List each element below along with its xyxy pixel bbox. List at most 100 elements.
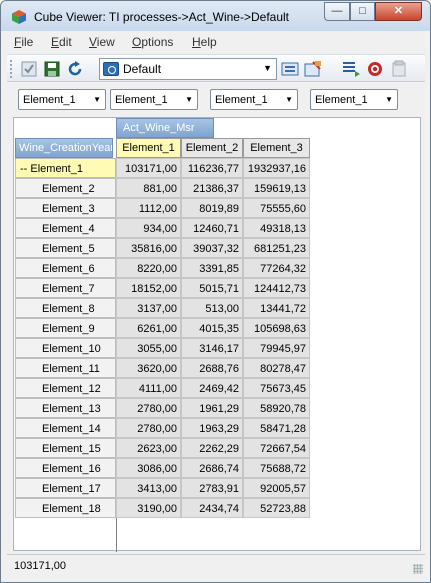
- row-header[interactable]: Element_8: [15, 298, 116, 318]
- data-cell[interactable]: 92005,57: [243, 478, 310, 498]
- row-header[interactable]: Element_2: [15, 178, 116, 198]
- row-header[interactable]: Element_14: [15, 418, 116, 438]
- row-header[interactable]: Element_10: [15, 338, 116, 358]
- menu-view[interactable]: View: [89, 35, 115, 49]
- row-header[interactable]: -- Element_1: [15, 158, 116, 178]
- data-cell[interactable]: 6261,00: [116, 318, 181, 338]
- data-cell[interactable]: 3055,00: [116, 338, 181, 358]
- data-cell[interactable]: 12460,71: [181, 218, 243, 238]
- data-cell[interactable]: 3086,00: [116, 458, 181, 478]
- column-header[interactable]: Element_2: [181, 138, 243, 158]
- menu-options[interactable]: Options: [132, 35, 173, 49]
- data-cell[interactable]: 2686,74: [181, 458, 243, 478]
- data-cell[interactable]: 103171,00: [116, 158, 181, 178]
- data-cell[interactable]: 72667,54: [243, 438, 310, 458]
- data-cell[interactable]: 1112,00: [116, 198, 181, 218]
- row-header[interactable]: Element_16: [15, 458, 116, 478]
- data-cell[interactable]: 21386,37: [181, 178, 243, 198]
- data-cell[interactable]: 18152,00: [116, 278, 181, 298]
- data-cell[interactable]: 2688,76: [181, 358, 243, 378]
- dimension-selector-4[interactable]: Element_1 ▼: [310, 89, 398, 110]
- data-cell[interactable]: 35816,00: [116, 238, 181, 258]
- data-cell[interactable]: 80278,47: [243, 358, 310, 378]
- settings-icon[interactable]: [389, 59, 409, 79]
- row-header[interactable]: Element_7: [15, 278, 116, 298]
- data-cell[interactable]: 3413,00: [116, 478, 181, 498]
- view-select[interactable]: Default ▼: [99, 58, 277, 80]
- minimize-button[interactable]: —: [324, 2, 350, 21]
- column-header[interactable]: Element_3: [243, 138, 310, 158]
- row-header[interactable]: Element_9: [15, 318, 116, 338]
- row-header[interactable]: Element_12: [15, 378, 116, 398]
- data-cell[interactable]: 2262,29: [181, 438, 243, 458]
- row-header[interactable]: Element_11: [15, 358, 116, 378]
- suppress-zeros-icon[interactable]: [341, 59, 361, 79]
- data-cell[interactable]: 5015,71: [181, 278, 243, 298]
- data-cell[interactable]: 75673,45: [243, 378, 310, 398]
- row-header[interactable]: Element_6: [15, 258, 116, 278]
- data-cell[interactable]: 105698,63: [243, 318, 310, 338]
- export-icon[interactable]: [280, 59, 300, 79]
- recalculate-icon[interactable]: [19, 59, 39, 79]
- row-header[interactable]: Element_18: [15, 498, 116, 518]
- data-cell[interactable]: 881,00: [116, 178, 181, 198]
- data-cell[interactable]: 75688,72: [243, 458, 310, 478]
- column-header[interactable]: Element_1: [116, 138, 181, 158]
- data-cell[interactable]: 49318,13: [243, 218, 310, 238]
- data-cell[interactable]: 1961,29: [181, 398, 243, 418]
- dimension-selector-3[interactable]: Element_1 ▼: [210, 89, 298, 110]
- row-header[interactable]: Element_3: [15, 198, 116, 218]
- resize-grip[interactable]: [413, 564, 423, 574]
- data-cell[interactable]: 75555,60: [243, 198, 310, 218]
- menu-edit[interactable]: Edit: [51, 35, 72, 49]
- data-cell[interactable]: 3391,85: [181, 258, 243, 278]
- data-cell[interactable]: 2434,74: [181, 498, 243, 518]
- data-cell[interactable]: 513,00: [181, 298, 243, 318]
- save-icon[interactable]: [42, 59, 62, 79]
- dimension-selector-1[interactable]: Element_1 ▼: [18, 89, 106, 110]
- close-button[interactable]: ✕: [375, 2, 422, 21]
- toolbar-grip[interactable]: [10, 60, 13, 78]
- data-cell[interactable]: 2783,91: [181, 478, 243, 498]
- slice-icon[interactable]: [303, 59, 323, 79]
- data-cell[interactable]: 13441,72: [243, 298, 310, 318]
- data-cell[interactable]: 58471,28: [243, 418, 310, 438]
- data-cell[interactable]: 3620,00: [116, 358, 181, 378]
- data-cell[interactable]: 4015,35: [181, 318, 243, 338]
- title-bar[interactable]: Cube Viewer: TI processes->Act_Wine->Def…: [1, 1, 430, 31]
- data-cell[interactable]: 58920,78: [243, 398, 310, 418]
- data-cell[interactable]: 2469,42: [181, 378, 243, 398]
- data-cell[interactable]: 1963,29: [181, 418, 243, 438]
- refresh-icon[interactable]: [65, 59, 85, 79]
- data-cell[interactable]: 8220,00: [116, 258, 181, 278]
- data-cell[interactable]: 2780,00: [116, 398, 181, 418]
- data-cell[interactable]: 79945,97: [243, 338, 310, 358]
- data-cell[interactable]: 3137,00: [116, 298, 181, 318]
- data-cell[interactable]: 681251,23: [243, 238, 310, 258]
- data-cell[interactable]: 2780,00: [116, 418, 181, 438]
- data-cell[interactable]: 159619,13: [243, 178, 310, 198]
- row-header[interactable]: Element_17: [15, 478, 116, 498]
- data-cell[interactable]: 3146,17: [181, 338, 243, 358]
- data-cell[interactable]: 116236,77: [181, 158, 243, 178]
- data-cell[interactable]: 2623,00: [116, 438, 181, 458]
- row-header[interactable]: Element_15: [15, 438, 116, 458]
- column-dimension-header[interactable]: Act_Wine_Msr: [116, 118, 214, 138]
- data-cell[interactable]: 1932937,16: [243, 158, 310, 178]
- row-dimension-header[interactable]: Wine_CreationYear: [15, 138, 113, 158]
- data-cell[interactable]: 3190,00: [116, 498, 181, 518]
- data-cell[interactable]: 124412,73: [243, 278, 310, 298]
- row-header[interactable]: Element_4: [15, 218, 116, 238]
- dimension-selector-2[interactable]: Element_1 ▼: [110, 89, 198, 110]
- row-header[interactable]: Element_5: [15, 238, 116, 258]
- data-cell[interactable]: 4111,00: [116, 378, 181, 398]
- data-cell[interactable]: 39037,32: [181, 238, 243, 258]
- data-cell[interactable]: 8019,89: [181, 198, 243, 218]
- data-cell[interactable]: 52723,88: [243, 498, 310, 518]
- row-header[interactable]: Element_13: [15, 398, 116, 418]
- data-cell[interactable]: 934,00: [116, 218, 181, 238]
- menu-help[interactable]: Help: [192, 35, 217, 49]
- maximize-button[interactable]: □: [350, 2, 375, 21]
- data-cell[interactable]: 77264,32: [243, 258, 310, 278]
- stop-icon[interactable]: [365, 59, 385, 79]
